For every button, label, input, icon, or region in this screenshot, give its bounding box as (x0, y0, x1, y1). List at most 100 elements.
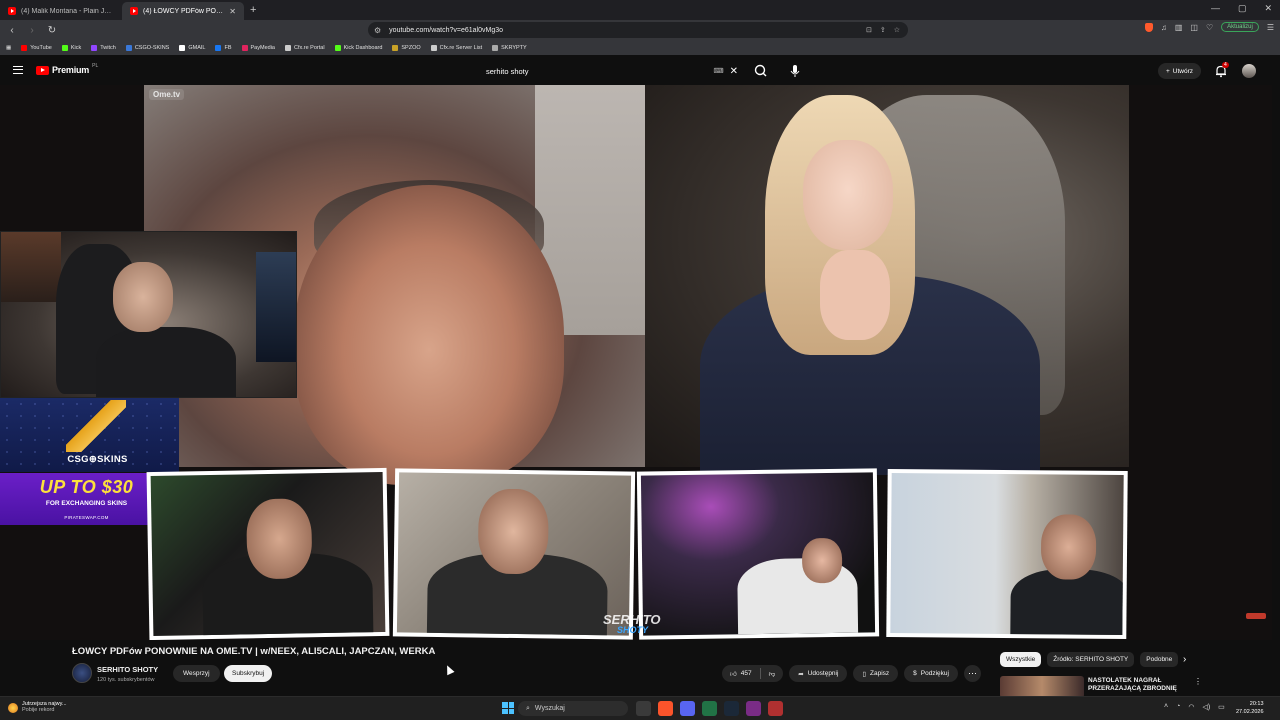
browser-tab[interactable]: (4) Malik Montana - Plain Jane [Offic (0, 2, 122, 20)
brave-browser-icon[interactable] (658, 701, 673, 716)
wallet-icon[interactable]: ◫ (1190, 23, 1198, 32)
extensions-icon[interactable]: ♫ (1161, 23, 1167, 32)
bookmark-item[interactable]: FB (215, 44, 232, 51)
notification-badge: 4 (1222, 62, 1229, 68)
update-button[interactable]: Aktualizuj (1221, 22, 1259, 32)
voice-search-button[interactable] (787, 62, 803, 80)
task-view-icon[interactable] (636, 701, 651, 716)
sidebar-icon[interactable]: ▥ (1175, 23, 1183, 32)
save-button[interactable]: ▯ Zapisz (853, 665, 899, 682)
volume-icon[interactable]: ◁) (1202, 703, 1210, 711)
recording-app-icon[interactable] (768, 701, 783, 716)
bookmark-favicon-icon (241, 44, 248, 51)
steam-icon[interactable] (724, 701, 739, 716)
bookmark-item[interactable]: PayMedia (241, 44, 275, 51)
shelf (1, 232, 61, 302)
bookmark-star-icon[interactable]: ☆ (894, 26, 900, 34)
chip-all[interactable]: Wszystkie (1000, 652, 1042, 667)
clock[interactable]: 20:13 27.02.2026 (1236, 700, 1264, 716)
share-icon[interactable]: ⇪ (880, 26, 886, 34)
bookmark-item[interactable]: SPZOO (392, 44, 421, 51)
bookmark-item[interactable]: CSGO-SKINS (125, 44, 169, 51)
toolbar-right: ♫ ▥ ◫ ♡ Aktualizuj ☰ (1144, 22, 1274, 32)
wifi-icon[interactable]: ◠ (1188, 703, 1194, 711)
more-vert-icon[interactable]: ⋮ (1194, 677, 1202, 686)
bookmark-label: SPZOO (401, 44, 421, 51)
new-tab-button[interactable]: + (250, 4, 256, 16)
bookmark-item[interactable]: YouTube (21, 44, 52, 51)
create-button[interactable]: + Utwórz (1158, 63, 1202, 79)
youtube-premium-logo[interactable]: Premium PL (36, 63, 99, 75)
chip-similar[interactable]: Podobne (1140, 652, 1178, 667)
forward-icon[interactable]: › (24, 25, 40, 36)
address-url[interactable]: youtube.com/watch?v=e61al0vMg3o (389, 27, 503, 34)
knife-icon (66, 400, 126, 452)
share-button[interactable]: ➦ Udostępnij (789, 665, 848, 682)
search-input[interactable]: serhito shoty ⌨ ✕ (478, 62, 746, 80)
network-icon[interactable]: ◔ (1176, 703, 1180, 711)
more-actions-icon[interactable]: ⋯ (963, 665, 981, 682)
windows-start-icon[interactable] (502, 702, 514, 714)
reload-icon[interactable]: ↻ (44, 25, 60, 36)
channel-name[interactable]: SERHITO SHOTY (97, 665, 158, 674)
bookmark-favicon-icon (21, 44, 28, 51)
bookmark-favicon-icon (492, 44, 499, 51)
vpn-icon[interactable]: ♡ (1206, 23, 1213, 32)
bookmark-item[interactable]: Cfx.re Server List (430, 44, 482, 51)
browser-tab-bar: (4) Malik Montana - Plain Jane [Offic (4… (0, 0, 1280, 20)
account-avatar[interactable] (1242, 64, 1256, 78)
bookmark-label: FB (224, 44, 232, 51)
recommended-thumbnail[interactable] (1000, 676, 1084, 698)
bookmark-label: Cfx.re Portal (293, 44, 325, 51)
guest-tile-image (890, 472, 1124, 636)
video-player[interactable]: Ome.tv CSG⊕SKINS UP TO $30 FOR EXCHANGIN… (0, 85, 1272, 640)
bookmark-favicon-icon (392, 44, 399, 51)
address-bar-actions: ⊡ ⇪ ☆ (866, 26, 900, 34)
bookmark-item[interactable]: SKRYPTY (492, 44, 527, 51)
join-button[interactable]: Wesprzyj (173, 665, 220, 682)
discord-icon[interactable] (680, 701, 695, 716)
bookmark-item[interactable]: Kick (61, 44, 81, 51)
youtube-header: Premium PL serhito shoty ⌨ ✕ + Utwórz 4 (0, 57, 1280, 85)
tray-chevron-icon[interactable]: ˄ (1164, 703, 1168, 711)
hamburger-menu-icon[interactable] (13, 66, 23, 74)
thanks-button[interactable]: $ Podziękuj (904, 665, 958, 682)
excel-icon[interactable] (702, 701, 717, 716)
address-bar[interactable]: ⚙ youtube.com/watch?v=e61al0vMg3o ⊡ ⇪ ☆ (368, 22, 908, 38)
close-window-icon[interactable]: ✕ (1264, 3, 1272, 14)
recommendation-chips: Wszystkie Źródło: SERHITO SHOTY Podobne (1000, 652, 1178, 667)
apps-grid-icon[interactable]: ▦ (6, 45, 11, 51)
app-icon[interactable] (746, 701, 761, 716)
maximize-icon[interactable]: ▢ (1238, 3, 1247, 14)
battery-icon[interactable]: ▭ (1218, 703, 1225, 711)
ometv-right-camera (645, 85, 1129, 475)
close-tab-icon[interactable]: ✕ (229, 7, 236, 16)
shield-icon[interactable] (1144, 22, 1153, 32)
like-button[interactable]: 👍︎ 457 (722, 670, 760, 678)
logo-text: Premium (52, 65, 90, 75)
logo-country: PL (92, 63, 99, 69)
back-icon[interactable]: ‹ (4, 25, 20, 36)
bookmark-item[interactable]: Cfx.re Portal (284, 44, 325, 51)
menu-icon[interactable]: ☰ (1267, 23, 1274, 32)
subscribe-button[interactable]: Subskrybuj (224, 665, 273, 682)
search-button[interactable] (750, 62, 772, 80)
guest-tile-image (150, 471, 386, 637)
keyboard-icon[interactable]: ⌨ (714, 67, 724, 75)
dislike-button[interactable]: 👎︎ (761, 670, 784, 678)
minimize-icon[interactable]: — (1211, 3, 1220, 14)
video-title: ŁOWCY PDFów PONOWNIE NA OME.TV | w/NEEX,… (72, 646, 436, 657)
weather-widget[interactable]: Jutrzejsza najwy... Pobije rekord (8, 701, 67, 713)
channel-avatar[interactable] (72, 663, 92, 683)
browser-tab-active[interactable]: (4) ŁOWCY PDFów PONOWNI ✕ (122, 2, 244, 20)
chevron-right-icon[interactable]: › (1183, 654, 1186, 665)
bookmark-item[interactable]: GMAIL (179, 44, 205, 51)
bookmark-item[interactable]: Twitch (91, 44, 116, 51)
bookmark-item[interactable]: Kick Dashboard (334, 44, 382, 51)
site-info-icon[interactable]: ⚙ (374, 26, 381, 35)
chip-source[interactable]: Źródło: SERHITO SHOTY (1047, 652, 1135, 667)
recommended-title[interactable]: NASTOLATEK NAGRAŁ PRZERAŻAJĄCĄ ZBRODNIĘ (1088, 677, 1188, 693)
install-app-icon[interactable]: ⊡ (866, 26, 872, 34)
clear-search-icon[interactable]: ✕ (730, 66, 738, 77)
taskbar-search[interactable]: ⌕ Wyszukaj (518, 701, 628, 716)
